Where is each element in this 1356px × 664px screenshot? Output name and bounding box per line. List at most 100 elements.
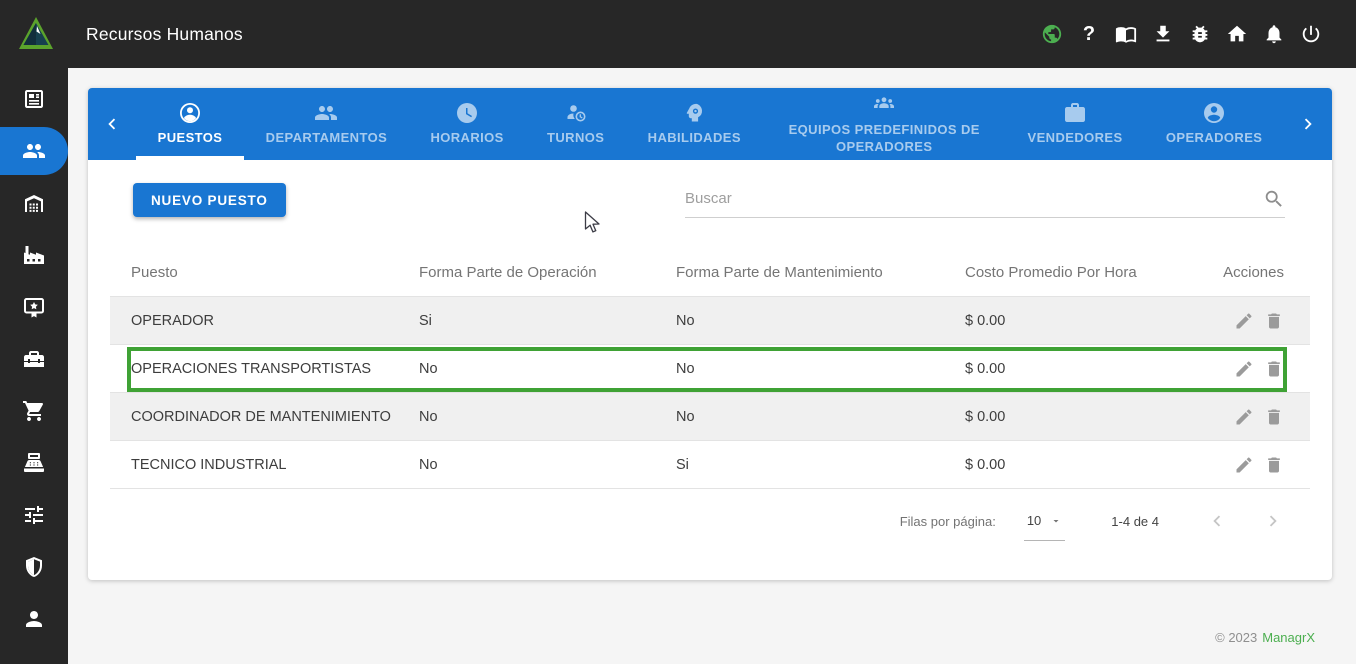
rows-per-page-select[interactable]: 10 [1024, 513, 1065, 541]
chevron-right-icon [1297, 113, 1319, 135]
tab-label: OPERADORES [1166, 130, 1262, 146]
table-row: TECNICO INDUSTRIAL No Si $ 0.00 [110, 441, 1310, 489]
sidebar-item-security[interactable] [0, 543, 68, 591]
new-puesto-button[interactable]: NUEVO PUESTO [133, 183, 286, 217]
shield-icon [22, 555, 46, 579]
footer: © 2023 ManagrX [1215, 630, 1315, 645]
delete-icon[interactable] [1264, 311, 1284, 331]
cell-actions [1215, 359, 1310, 379]
edit-icon[interactable] [1234, 359, 1254, 379]
tab-equipos-predefinidos[interactable]: EQUIPOS PREDEFINIDOS DE OPERADORES [763, 88, 1006, 160]
account-circle-outline-icon [178, 101, 202, 125]
chevron-right-icon [1262, 510, 1284, 532]
cell-costo: $ 0.00 [965, 409, 1215, 425]
tab-label: HORARIOS [430, 130, 503, 146]
sidebar-item-cash-register[interactable] [0, 439, 68, 487]
cell-mantenimiento: Si [676, 457, 965, 473]
edit-icon[interactable] [1234, 311, 1254, 331]
cell-operacion: No [419, 457, 676, 473]
download-icon[interactable] [1152, 23, 1174, 45]
help-icon[interactable]: ? [1078, 23, 1100, 45]
sidebar-item-news[interactable] [0, 75, 68, 123]
pagination: Filas por página: 10 1-4 de 4 [900, 497, 1285, 545]
cell-actions [1215, 311, 1310, 331]
toolbox-icon [22, 347, 46, 371]
book-icon[interactable] [1115, 23, 1137, 45]
search-icon[interactable] [1263, 188, 1285, 210]
copyright-text: © 2023 [1215, 630, 1257, 645]
cell-costo: $ 0.00 [965, 313, 1215, 329]
tabs-scroll-right-button[interactable] [1284, 88, 1332, 160]
cell-puesto: OPERACIONES TRANSPORTISTAS [110, 361, 419, 377]
tab-label: EQUIPOS PREDEFINIDOS DE OPERADORES [784, 122, 984, 155]
app-logo [16, 14, 56, 54]
tab-turnos[interactable]: TURNOS [525, 88, 626, 160]
sidebar-item-settings[interactable] [0, 491, 68, 539]
tab-vendedores[interactable]: VENDEDORES [1006, 88, 1144, 160]
sidebar-item-factory[interactable] [0, 231, 68, 279]
pagination-range: 1-4 de 4 [1111, 514, 1159, 529]
cell-costo: $ 0.00 [965, 457, 1215, 473]
tab-puestos[interactable]: PUESTOS [136, 88, 244, 160]
clock-icon [455, 101, 479, 125]
brand-link[interactable]: ManagrX [1262, 630, 1315, 645]
tab-departamentos[interactable]: DEPARTAMENTOS [244, 88, 409, 160]
tab-operadores[interactable]: OPERADORES [1144, 88, 1284, 160]
search-input[interactable] [685, 190, 1263, 207]
tabs: PUESTOS DEPARTAMENTOS HORARIOS [136, 88, 1284, 160]
chevron-left-icon [1206, 510, 1228, 532]
column-header-mantenimiento: Forma Parte de Mantenimiento [676, 264, 965, 281]
delete-icon[interactable] [1264, 455, 1284, 475]
tune-icon [22, 503, 46, 527]
cell-actions [1215, 455, 1310, 475]
tab-label: DEPARTAMENTOS [266, 130, 387, 146]
rows-per-page-label: Filas por página: [900, 514, 996, 529]
main-content: PUESTOS DEPARTAMENTOS HORARIOS [68, 68, 1356, 664]
power-icon[interactable] [1300, 23, 1322, 45]
briefcase-icon [1063, 101, 1087, 125]
chevron-left-icon [101, 113, 123, 135]
tab-label: HABILIDADES [648, 130, 741, 146]
tab-horarios[interactable]: HORARIOS [409, 88, 526, 160]
tab-habilidades[interactable]: HABILIDADES [626, 88, 763, 160]
delete-icon[interactable] [1264, 407, 1284, 427]
sidebar-item-human-resources[interactable] [0, 127, 68, 175]
cell-operacion: No [419, 409, 676, 425]
topbar-icons: ? [1041, 23, 1356, 45]
previous-page-button[interactable] [1205, 509, 1229, 533]
certificate-icon [22, 295, 46, 319]
notifications-icon[interactable] [1263, 23, 1285, 45]
column-header-costo: Costo Promedio Por Hora [965, 264, 1215, 281]
edit-icon[interactable] [1234, 455, 1254, 475]
bug-icon[interactable] [1189, 23, 1211, 45]
column-header-puesto: Puesto [110, 264, 419, 281]
home-icon[interactable] [1226, 23, 1248, 45]
tab-label: TURNOS [547, 130, 604, 146]
sidebar-item-user[interactable] [0, 595, 68, 643]
sidebar-item-certifications[interactable] [0, 283, 68, 331]
cell-operacion: No [419, 361, 676, 377]
topbar: Recursos Humanos ? [0, 0, 1356, 68]
brain-icon [682, 101, 706, 125]
tabs-scroll-left-button[interactable] [88, 88, 136, 160]
table-row-highlighted: OPERACIONES TRANSPORTISTAS No No $ 0.00 [110, 345, 1310, 393]
next-page-button[interactable] [1261, 509, 1285, 533]
cart-icon [22, 399, 46, 423]
cash-register-icon [22, 451, 46, 475]
table-row: OPERADOR Si No $ 0.00 [110, 297, 1310, 345]
table-row: COORDINADOR DE MANTENIMIENTO No No $ 0.0… [110, 393, 1310, 441]
people-icon [22, 139, 46, 163]
sidebar-item-toolbox[interactable] [0, 335, 68, 383]
page-title: Recursos Humanos [86, 24, 243, 45]
search-field [685, 180, 1285, 218]
warehouse-icon [22, 191, 46, 215]
cell-operacion: Si [419, 313, 676, 329]
sidebar-item-cart[interactable] [0, 387, 68, 435]
delete-icon[interactable] [1264, 359, 1284, 379]
tab-label: PUESTOS [158, 130, 223, 146]
sidebar-item-warehouse[interactable] [0, 179, 68, 227]
globe-icon[interactable] [1041, 23, 1063, 45]
factory-icon [22, 243, 46, 267]
groups-icon [314, 101, 338, 125]
edit-icon[interactable] [1234, 407, 1254, 427]
